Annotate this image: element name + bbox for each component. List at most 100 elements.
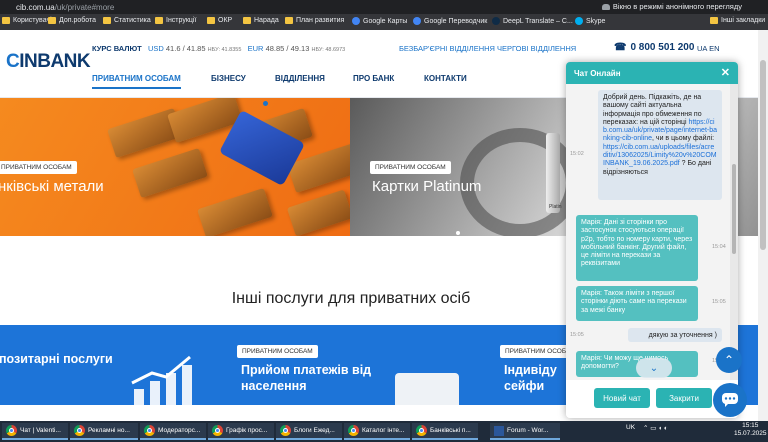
page-scrollbar[interactable]	[758, 30, 768, 421]
growth-chart-icon	[131, 355, 192, 405]
bookmark-item[interactable]: План развития	[285, 17, 344, 24]
chrome-icon	[74, 425, 85, 436]
windows-taskbar: Чат | Valenti... Рекламні но... Модераторс…	[0, 421, 768, 442]
usd-code: USD	[147, 44, 164, 53]
chrome-icon	[144, 425, 155, 436]
phone-number[interactable]: ☎ 0 800 501 200	[614, 42, 694, 53]
banner-precious-metals[interactable]: ПРИВАТНИМ ОСОБАМ нківські метали	[0, 98, 350, 236]
taskbar-window[interactable]: Блоги Ежед...	[276, 423, 342, 440]
close-chat-button[interactable]: Закрити	[656, 388, 712, 408]
bookmark-item[interactable]: Google Карты	[352, 17, 407, 25]
folder-icon	[243, 17, 251, 24]
taskbar-window[interactable]: Каталог інте...	[344, 423, 410, 440]
chat-messages: Добрий день. Підкажіть, де на вашому сай…	[566, 84, 730, 380]
chat-bubble-icon	[722, 393, 738, 407]
chat-header: Чат Онлайн ✕	[566, 62, 738, 84]
bookmark-item[interactable]: Google Переводчик	[413, 17, 487, 25]
chrome-icon	[348, 425, 359, 436]
page-scrollbar-thumb[interactable]	[760, 60, 766, 250]
bookmark-item[interactable]: Skype	[575, 17, 605, 25]
folder-icon	[2, 17, 10, 24]
nav-branches[interactable]: ВІДДІЛЕННЯ	[275, 74, 325, 83]
close-icon[interactable]: ✕	[721, 66, 730, 79]
chat-message-user: Добрий день. Підкажіть, де на вашому сай…	[598, 90, 722, 200]
language-switcher[interactable]: UA EN	[697, 44, 720, 53]
keyboard-lang[interactable]: UK	[626, 424, 635, 431]
nav-contacts[interactable]: КОНТАКТИ	[424, 74, 467, 83]
slider-dot[interactable]	[263, 101, 268, 106]
platinum-card-image	[546, 133, 560, 213]
system-clock[interactable]: 15:15 15.07.2025	[734, 422, 767, 438]
bookmark-item[interactable]: Користувачі	[2, 17, 52, 24]
chat-message-user: дякую за уточнення )	[628, 328, 722, 342]
chat-title: Чат Онлайн	[574, 69, 621, 78]
nav-private[interactable]: ПРИВАТНИМ ОСОБАМ	[92, 74, 181, 89]
message-time: 15:04	[712, 244, 726, 250]
bookmark-item[interactable]: Доп.робота	[48, 17, 96, 24]
bookmark-item[interactable]: Нарада	[243, 17, 279, 24]
rates-label: КУРС ВАЛЮТ	[92, 44, 142, 53]
usd-nbu: НБУ: 41.8355	[207, 47, 242, 53]
bookmark-item[interactable]: DeepL Translate – C...	[492, 17, 573, 25]
service-card-payments[interactable]: ПРИВАТНИМ ОСОБАМ Прийом платежів від нас…	[225, 325, 490, 405]
new-chat-button[interactable]: Новий чат	[594, 388, 650, 408]
nav-business[interactable]: БІЗНЕСУ	[211, 74, 246, 83]
google-maps-icon	[352, 17, 360, 25]
message-time: 15:05	[712, 299, 726, 305]
bank-logo[interactable]: CINBANK	[6, 51, 91, 73]
skype-icon	[575, 17, 583, 25]
incognito-icon	[601, 3, 610, 10]
taskbar-window[interactable]: Рекламні но...	[70, 423, 138, 440]
message-time: 15:05	[570, 332, 584, 338]
bookmark-item[interactable]: Інструкції	[155, 17, 196, 24]
folder-icon	[207, 17, 215, 24]
chevron-down-icon: ⌄	[649, 362, 659, 374]
taskbar-window[interactable]: Модераторс...	[140, 423, 206, 440]
banner-title: Картки Platinum	[372, 178, 482, 195]
word-icon	[494, 425, 504, 436]
taskbar-window[interactable]: Банківські п...	[412, 423, 478, 440]
folder-icon	[48, 17, 56, 24]
nav-about[interactable]: ПРО БАНК	[353, 74, 394, 83]
banner-tag: ПРИВАТНИМ ОСОБАМ	[0, 161, 77, 174]
gold-bar-image	[286, 189, 350, 236]
taskbar-window[interactable]: Forum - Wor...	[490, 423, 560, 440]
currency-rates: КУРС ВАЛЮТ USD 41.6 / 41.85 НБУ: 41.8355…	[92, 44, 345, 53]
usd-value: 41.6 / 41.85	[165, 44, 206, 53]
bookmark-item[interactable]: Статистика	[103, 17, 151, 24]
folder-icon	[103, 17, 111, 24]
url-text[interactable]: cib.com.ua/uk/private#more	[16, 3, 114, 12]
eur-code: EUR	[247, 44, 264, 53]
back-to-top-button[interactable]: ⌃	[716, 347, 742, 373]
slider-dot[interactable]	[456, 231, 460, 235]
bookmark-item[interactable]: ОКР	[207, 17, 232, 24]
gold-bar-image	[197, 187, 273, 236]
chat-scroll-down-button[interactable]: ⌄	[636, 358, 672, 378]
tray-icons[interactable]: ⌃ ▭ ◖ ◐	[643, 424, 668, 432]
card-title: позитарні послуги	[0, 352, 113, 366]
chat-message-agent: Марія: Дані зі сторінки про застосунок с…	[576, 215, 698, 281]
chrome-icon	[212, 425, 223, 436]
chrome-icon	[6, 425, 17, 436]
eur-nbu: НБУ: 48.6973	[311, 47, 346, 53]
card-title: Індивіду сейфи	[504, 363, 557, 393]
duty-branches-link[interactable]: ЧЕРГОВІ ВІДДІЛЕННЯ	[497, 44, 576, 53]
phone-icon: ☎	[614, 42, 627, 53]
other-bookmarks[interactable]: Інші закладки	[710, 17, 765, 24]
eur-value: 48.85 / 49.13	[265, 44, 310, 53]
deepl-icon	[492, 17, 500, 25]
google-translate-icon	[413, 17, 421, 25]
taskbar-window[interactable]: Чат | Valenti...	[2, 423, 68, 440]
chat-scrollbar[interactable]	[730, 84, 738, 380]
incognito-indicator: Вікно в режимі анонімного перегляду	[601, 1, 742, 12]
folder-icon	[710, 17, 718, 24]
chat-scrollbar-thumb[interactable]	[732, 164, 736, 254]
chat-launcher-button[interactable]	[713, 383, 747, 417]
browser-address-bar[interactable]: cib.com.ua/uk/private#more Вікно в режим…	[0, 0, 768, 14]
taskbar-window[interactable]: Графік прос...	[208, 423, 274, 440]
barrier-free-branches-link[interactable]: БЕЗБАР'ЄРНІ ВІДДІЛЕННЯ	[399, 44, 495, 53]
chevron-up-icon: ⌃	[723, 353, 735, 367]
service-card-depository[interactable]: позитарні послуги	[0, 325, 225, 405]
card-tag: ПРИВАТНИМ ОСОБАМ	[237, 345, 318, 358]
briefcase-icon	[395, 373, 459, 405]
